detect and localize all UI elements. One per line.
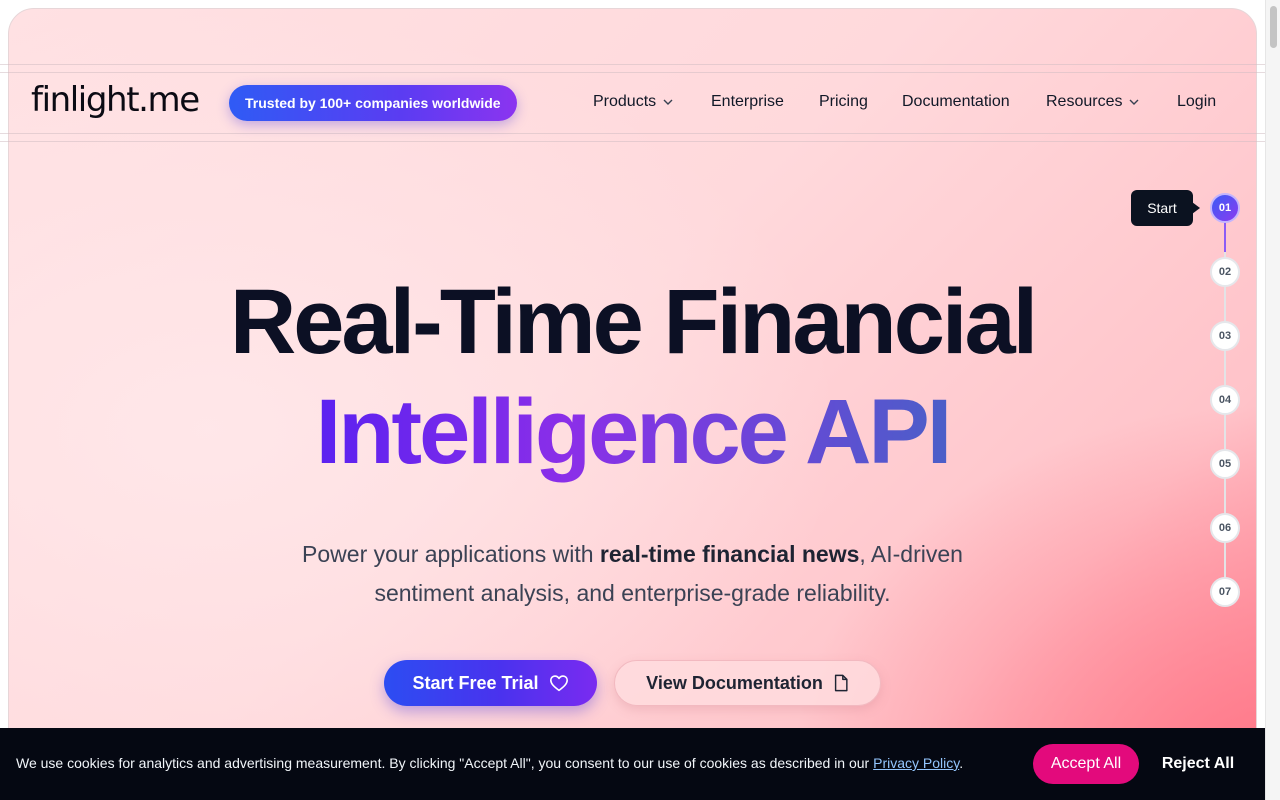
step-label: 06 bbox=[1218, 522, 1232, 534]
hero-title-line1: Real-Time Financial bbox=[229, 271, 1038, 373]
hero-subtitle-bold: real-time financial news bbox=[599, 541, 860, 567]
step-tooltip: Start bbox=[1131, 190, 1193, 226]
nav-enterprise-label: Enterprise bbox=[711, 93, 784, 110]
chevron-down-icon bbox=[1129, 99, 1139, 105]
step-05[interactable]: 05 bbox=[1210, 449, 1240, 479]
step-07[interactable]: 07 bbox=[1210, 577, 1240, 607]
hero-title-line2: Intelligence API bbox=[0, 380, 1265, 485]
cookie-message: We use cookies for analytics and adverti… bbox=[16, 755, 963, 771]
start-free-trial-label: Start Free Trial bbox=[412, 672, 539, 693]
step-03[interactable]: 03 bbox=[1210, 321, 1240, 351]
nav-resources[interactable]: Resources bbox=[1046, 93, 1140, 111]
nav-documentation-label: Documentation bbox=[902, 93, 1010, 110]
start-free-trial-button[interactable]: Start Free Trial bbox=[384, 660, 597, 706]
step-tooltip-label: Start bbox=[1147, 200, 1177, 216]
hero-title-gradient-text: Intelligence API bbox=[315, 381, 953, 483]
nav-pricing[interactable]: Pricing bbox=[819, 93, 868, 111]
step-02[interactable]: 02 bbox=[1210, 257, 1240, 287]
trusted-badge-label: Trusted by 100+ companies worldwide bbox=[245, 95, 501, 111]
step-label: 04 bbox=[1218, 394, 1232, 406]
step-label: 05 bbox=[1218, 458, 1232, 470]
nav-login-label: Login bbox=[1177, 93, 1217, 110]
divider-line bbox=[0, 72, 1280, 73]
step-label: 07 bbox=[1218, 586, 1232, 598]
step-label: 01 bbox=[1218, 202, 1232, 214]
reject-all-label: Reject All bbox=[1161, 755, 1235, 772]
hero-subtitle: Power your applications with real-time f… bbox=[300, 535, 965, 613]
step-label: 02 bbox=[1218, 266, 1232, 278]
document-icon bbox=[834, 674, 848, 692]
privacy-policy-link[interactable]: Privacy Policy bbox=[873, 755, 959, 771]
trusted-badge: Trusted by 100+ companies worldwide bbox=[229, 85, 517, 121]
cookie-message-suffix: . bbox=[959, 755, 964, 771]
cookie-message-text: We use cookies for analytics and adverti… bbox=[16, 755, 874, 771]
logo[interactable]: finlight.me bbox=[31, 80, 200, 120]
reject-all-button[interactable]: Reject All bbox=[1152, 744, 1244, 784]
step-06[interactable]: 06 bbox=[1210, 513, 1240, 543]
nav-resources-label: Resources bbox=[1046, 93, 1123, 110]
scrollbar-thumb[interactable] bbox=[1270, 6, 1277, 48]
nav-products-label: Products bbox=[593, 93, 657, 110]
divider-line bbox=[0, 133, 1280, 134]
heart-icon bbox=[549, 675, 568, 692]
nav-documentation[interactable]: Documentation bbox=[902, 93, 1010, 111]
divider-line bbox=[0, 141, 1280, 142]
cookie-banner: We use cookies for analytics and adverti… bbox=[0, 728, 1265, 800]
nav-login[interactable]: Login bbox=[1177, 93, 1216, 111]
view-documentation-button[interactable]: View Documentation bbox=[614, 660, 881, 706]
step-01[interactable]: 01 bbox=[1210, 193, 1240, 223]
step-label: 03 bbox=[1218, 330, 1232, 342]
view-documentation-label: View Documentation bbox=[646, 672, 823, 693]
accept-all-label: Accept All bbox=[1050, 755, 1122, 772]
hero-subtitle-text: Power your applications with bbox=[302, 541, 600, 567]
step-04[interactable]: 04 bbox=[1210, 385, 1240, 415]
nav-products[interactable]: Products bbox=[593, 93, 674, 111]
nav-pricing-label: Pricing bbox=[819, 93, 868, 110]
nav-enterprise[interactable]: Enterprise bbox=[711, 93, 784, 111]
accept-all-button[interactable]: Accept All bbox=[1033, 744, 1139, 784]
chevron-down-icon bbox=[663, 99, 673, 105]
scrollbar[interactable] bbox=[1265, 0, 1280, 800]
tooltip-arrow bbox=[1192, 202, 1200, 214]
divider-line bbox=[0, 64, 1280, 65]
